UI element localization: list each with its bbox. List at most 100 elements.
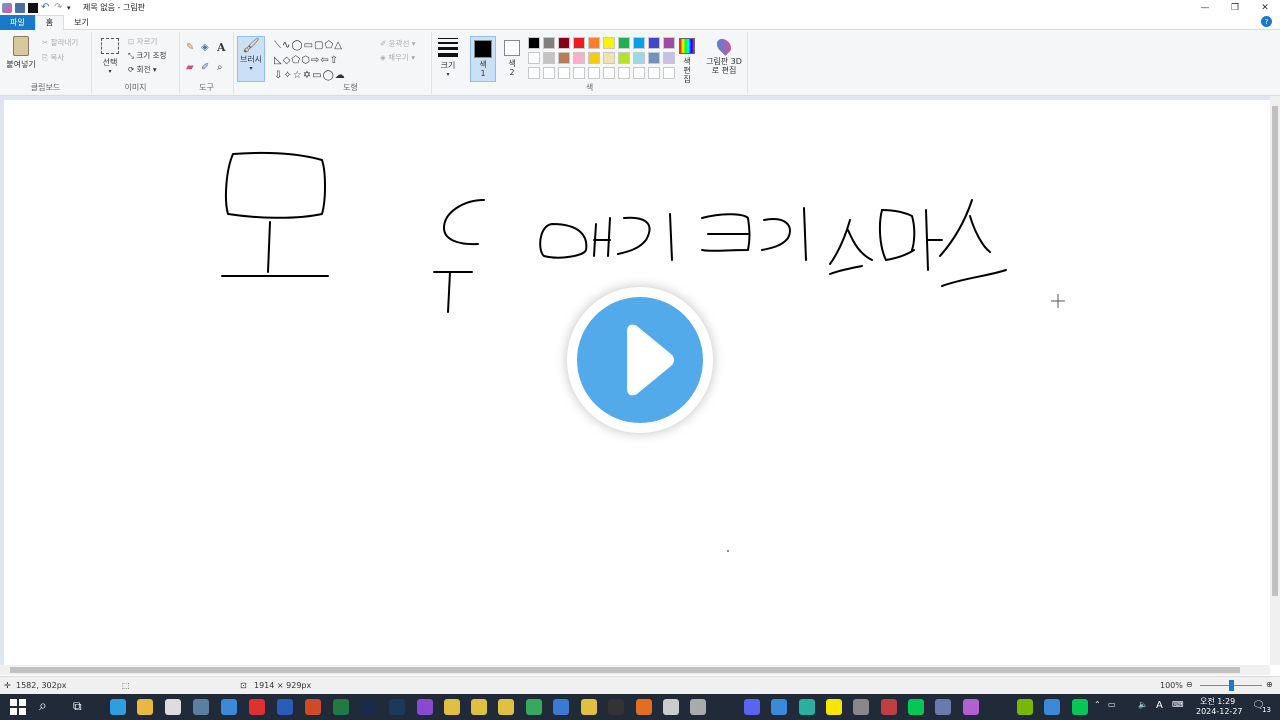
store-icon[interactable] (221, 699, 237, 715)
color-swatch[interactable] (558, 37, 570, 49)
color2-button[interactable]: 색 2 (500, 36, 524, 77)
search-icon[interactable]: ⌕ (39, 698, 47, 714)
color-swatch[interactable] (588, 67, 600, 79)
app-icon[interactable] (1044, 699, 1060, 715)
shape-star5-icon[interactable]: ☆ (293, 70, 303, 81)
word-icon[interactable] (277, 699, 293, 715)
zoom-slider-thumb[interactable] (1229, 680, 1234, 691)
size-button[interactable]: 크기 ▾ (436, 38, 460, 78)
close-button[interactable]: ✕ (1250, 0, 1280, 15)
shape-triangle-icon[interactable]: △ (334, 40, 343, 51)
color-swatch[interactable] (543, 67, 555, 79)
tab-view[interactable]: 보기 (64, 15, 99, 30)
brushes-button[interactable]: 🖌 브러시 ▾ (237, 36, 265, 82)
app-icon[interactable] (853, 699, 869, 715)
acrobat-icon[interactable] (249, 699, 265, 715)
shape-callout-oval-icon[interactable]: ◯ (323, 70, 335, 81)
app-icon[interactable] (881, 699, 897, 715)
customize-qa-icon[interactable]: ▾ (67, 3, 77, 13)
photoshop-icon[interactable] (361, 699, 377, 715)
paint-icon[interactable] (935, 699, 951, 715)
app-icon[interactable] (526, 699, 542, 715)
shape-arrow-right-icon[interactable]: ⇨ (311, 55, 320, 66)
color-swatch[interactable] (663, 37, 675, 49)
fill-icon[interactable]: ◈ (201, 42, 209, 53)
windows-start-icon[interactable] (10, 699, 26, 715)
color-swatch[interactable] (663, 67, 675, 79)
color-swatch[interactable] (603, 67, 615, 79)
settings-icon[interactable] (690, 699, 706, 715)
shape-hexagon-icon[interactable]: ⬡ (301, 55, 311, 66)
shape-roundrect-icon[interactable]: ▢ (314, 40, 324, 51)
tray-chevron-icon[interactable]: ⌃ (1094, 700, 1101, 709)
task-view-icon[interactable]: ⧉ (73, 699, 82, 714)
color-swatch[interactable] (618, 52, 630, 64)
paste-button[interactable]: 붙여넣기 (4, 36, 38, 70)
color-swatch[interactable] (633, 52, 645, 64)
chrome-icon[interactable] (581, 699, 597, 715)
outline-button[interactable]: ✐ 윤곽선 ▾ (380, 38, 416, 49)
shape-pentagon-icon[interactable]: ⬠ (291, 55, 301, 66)
speaker-icon[interactable]: 🔈 (1138, 700, 1148, 709)
crop-button[interactable]: ⊡ 자르기 (128, 36, 157, 47)
pencil-icon[interactable]: ✎ (186, 42, 194, 53)
tab-file[interactable]: 파일 (0, 14, 35, 30)
copy-button[interactable]: ⎘ 복사 (42, 52, 64, 63)
input-language[interactable]: A (1156, 700, 1163, 711)
shape-rtriangle-icon[interactable]: ◺ (274, 55, 283, 66)
discord-icon[interactable] (744, 699, 760, 715)
app-icon[interactable] (471, 699, 487, 715)
redo-icon[interactable]: ↷ (54, 2, 64, 13)
minimize-button[interactable]: — (1190, 0, 1220, 15)
color-swatch[interactable] (558, 67, 570, 79)
vertical-scroll-thumb[interactable] (1272, 106, 1278, 596)
firefox-icon[interactable] (636, 699, 652, 715)
select-button[interactable]: 선택 ▾ (98, 38, 122, 75)
app-icon[interactable] (444, 699, 460, 715)
app-icon[interactable] (553, 699, 569, 715)
app-icon[interactable] (417, 699, 433, 715)
tab-home[interactable]: 홈 (34, 14, 65, 30)
app-icon[interactable] (799, 699, 815, 715)
magnifier-icon[interactable]: ⌕ (217, 62, 223, 73)
vertical-scrollbar[interactable] (1270, 96, 1280, 665)
color-icon[interactable] (28, 2, 38, 13)
clock-date[interactable]: 2024-12-27 (1196, 707, 1243, 716)
shapes-gallery[interactable]: ⟍∿◯▭▢⬠△ ◺◇⬠⬡⇨⇦⇧ ⇩✧☆✡▭◯☁ (274, 38, 374, 83)
color-swatch[interactable] (633, 67, 645, 79)
clock-time[interactable]: 오전 1:29 (1200, 696, 1235, 707)
zoom-out-icon[interactable]: ⊖ (1186, 680, 1193, 689)
color-swatch[interactable] (588, 37, 600, 49)
edit-colors-button[interactable]: 색 편집 (676, 38, 698, 84)
shape-curve-icon[interactable]: ∿ (282, 40, 291, 51)
line-icon[interactable] (1072, 699, 1088, 715)
color-swatch[interactable] (618, 67, 630, 79)
keyboard-icon[interactable]: ⌨ (1172, 700, 1184, 709)
shape-star4-icon[interactable]: ✧ (283, 70, 292, 81)
color-swatch[interactable] (528, 52, 540, 64)
cut-button[interactable]: ✂ 잘라내기 (42, 37, 78, 48)
undo-icon[interactable]: ↶ (41, 2, 51, 13)
zoom-in-icon[interactable]: ⊕ (1266, 680, 1273, 689)
horizontal-scroll-thumb[interactable] (10, 667, 1240, 673)
excel-icon[interactable] (333, 699, 349, 715)
shape-callout-rect-icon[interactable]: ▭ (312, 70, 322, 81)
color-swatch[interactable] (543, 37, 555, 49)
color-swatch[interactable] (573, 67, 585, 79)
video-play-button[interactable] (567, 287, 713, 433)
app-icon[interactable] (663, 699, 679, 715)
shape-arrow-up-icon[interactable]: ⇧ (330, 55, 339, 66)
media-player-icon[interactable] (165, 699, 181, 715)
color-swatch[interactable] (648, 37, 660, 49)
text-icon[interactable]: A (217, 41, 226, 54)
app-icon[interactable] (963, 699, 979, 715)
shape-oval-icon[interactable]: ◯ (291, 40, 303, 51)
color-swatch[interactable] (573, 52, 585, 64)
network-icon[interactable]: ▭ (1108, 700, 1116, 709)
color-swatch[interactable] (543, 52, 555, 64)
fill-button[interactable]: ◈ 채우기 ▾ (380, 52, 415, 63)
color-swatch[interactable] (618, 37, 630, 49)
color-swatch[interactable] (528, 67, 540, 79)
shape-arrow-down-icon[interactable]: ⇩ (274, 70, 283, 81)
shape-star6-icon[interactable]: ✡ (303, 70, 312, 81)
